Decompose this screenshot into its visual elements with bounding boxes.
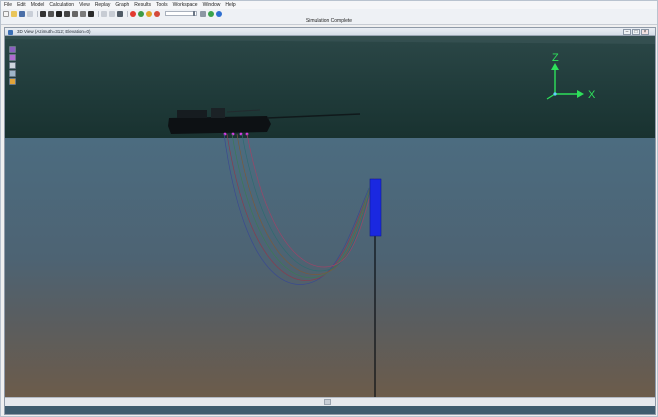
axis-x-label: X	[588, 89, 596, 101]
menu-results[interactable]: Results	[134, 1, 151, 9]
fast-forward-icon[interactable]	[117, 10, 123, 17]
workspace-icon[interactable]	[146, 10, 152, 17]
print-icon[interactable]	[27, 10, 33, 17]
open-icon[interactable]	[11, 10, 17, 17]
forward-icon[interactable]	[109, 10, 115, 17]
simulation-status: Simulation Complete	[305, 18, 353, 24]
subsurface-buoy[interactable]	[369, 178, 382, 237]
go-icon[interactable]	[208, 10, 214, 17]
menu-workspace[interactable]: Workspace	[173, 1, 198, 9]
slider-thumb[interactable]	[193, 11, 195, 16]
menu-bar: File Edit Model Calculation View Replay …	[1, 1, 657, 9]
reset-icon[interactable]	[64, 10, 70, 17]
menu-replay[interactable]: Replay	[95, 1, 111, 9]
view-window-icon	[8, 29, 13, 35]
run-icon[interactable]	[40, 10, 46, 17]
save-icon[interactable]	[19, 10, 25, 17]
stop-icon[interactable]	[56, 10, 62, 17]
menu-file[interactable]: File	[4, 1, 12, 9]
step-icon[interactable]	[72, 10, 78, 17]
zoom-icon[interactable]	[9, 62, 16, 69]
menu-window[interactable]: Window	[203, 1, 221, 9]
application-window: File Edit Model Calculation View Replay …	[0, 0, 658, 417]
play-icon[interactable]	[101, 10, 107, 17]
menu-tools[interactable]: Tools	[156, 1, 168, 9]
pan-icon[interactable]	[9, 54, 16, 61]
3d-scene[interactable]: Z X	[5, 36, 655, 406]
rotate-icon[interactable]	[9, 46, 16, 53]
status-strip: Simulation Complete	[1, 18, 657, 25]
replay-speed-slider[interactable]	[165, 11, 197, 16]
light-icon[interactable]	[9, 78, 16, 85]
menu-graph[interactable]: Graph	[115, 1, 129, 9]
scrollbar-thumb[interactable]	[324, 399, 331, 405]
menu-help[interactable]: Help	[225, 1, 235, 9]
view-title: 3D View (Azimuth=312; Elevation=0)	[17, 29, 91, 34]
select-icon[interactable]	[9, 70, 16, 77]
menu-model[interactable]: Model	[31, 1, 45, 9]
toolbar-separator	[127, 10, 128, 17]
help-icon[interactable]	[216, 10, 222, 17]
record-icon[interactable]	[130, 10, 136, 17]
main-toolbar	[1, 9, 657, 18]
view-tools	[9, 46, 17, 86]
menu-edit[interactable]: Edit	[17, 1, 26, 9]
new-icon[interactable]	[3, 10, 9, 17]
view-titlebar: 3D View (Azimuth=312; Elevation=0) – □ ×	[5, 28, 655, 36]
replay-icon[interactable]	[80, 10, 86, 17]
horizontal-scrollbar[interactable]	[5, 397, 655, 406]
minimize-button[interactable]: –	[623, 29, 631, 35]
tools-icon[interactable]	[154, 10, 160, 17]
close-button[interactable]: ×	[641, 29, 649, 35]
menu-view[interactable]: View	[79, 1, 90, 9]
water-column	[5, 138, 655, 406]
axis-z-label: Z	[552, 52, 559, 64]
scene-canvas[interactable]: Z X	[5, 36, 655, 406]
3d-view-window: 3D View (Azimuth=312; Elevation=0) – □ ×	[4, 27, 656, 415]
results-icon[interactable]	[138, 10, 144, 17]
graph-icon[interactable]	[88, 10, 94, 17]
toolbar-separator	[98, 10, 99, 17]
settings-icon[interactable]	[200, 10, 206, 17]
pause-icon[interactable]	[48, 10, 54, 17]
toolbar-separator	[37, 10, 38, 17]
maximize-button[interactable]: □	[632, 29, 640, 35]
menu-calculation[interactable]: Calculation	[49, 1, 74, 9]
